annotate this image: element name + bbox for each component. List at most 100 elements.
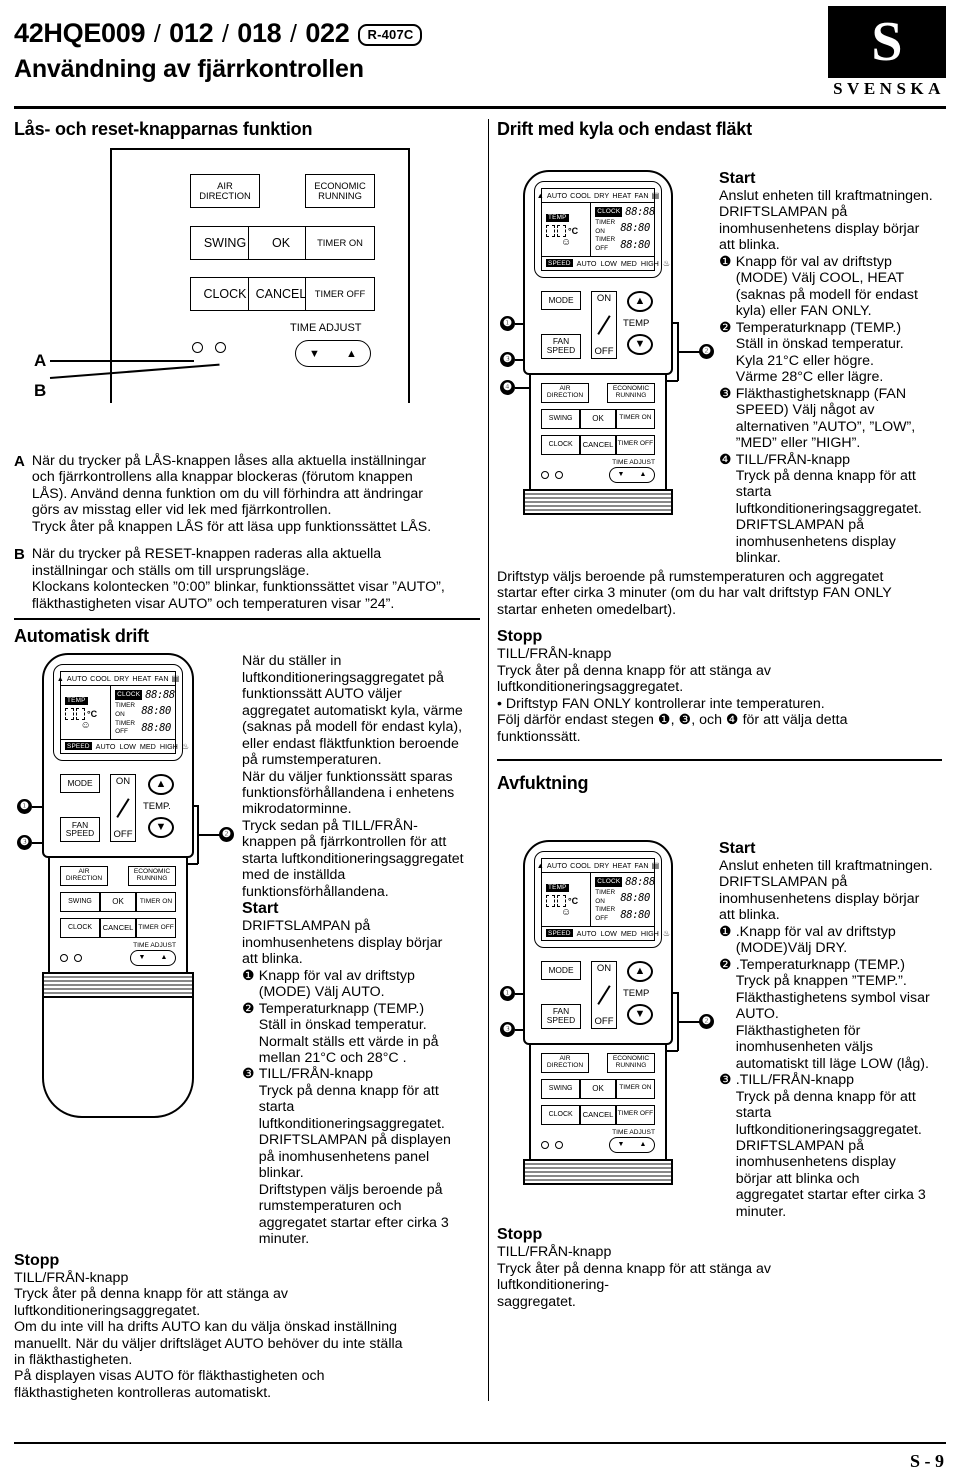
remote-onoff-switch-dry[interactable]: ON OFF — [591, 960, 617, 1029]
remote-main-buttons-cool: MODE FAN SPEED ON OFF ▲ TEMP ▼ — [525, 287, 671, 373]
remote-temp-up-button-dry[interactable]: ▲ — [627, 960, 653, 982]
remote-swing-button-auto[interactable]: SWING — [60, 891, 100, 912]
panel-reset-hole-b[interactable] — [215, 342, 226, 353]
remote-temp-up-button-auto[interactable]: ▲ — [148, 773, 174, 795]
remote-time-adjust-rocker-dry[interactable]: ▼ ▲ — [609, 1136, 655, 1153]
column-divider — [488, 119, 489, 1402]
remote-ok-button-auto[interactable]: OK — [100, 891, 136, 912]
lcd-mode-dry-cool: DRY — [593, 191, 610, 200]
panel-air-direction-button[interactable]: AIR DIRECTION — [190, 174, 260, 208]
lcd-mode-fan: FAN — [154, 674, 169, 684]
remote-lock-hole-dry[interactable] — [541, 1140, 549, 1149]
remote-diagram-auto: ❶ ❸ ❷ ▲ AUTO COOL DRY HEAT FAN ▤ TEMP °C… — [14, 653, 242, 1118]
fan-icon-cool: ♨ — [662, 258, 671, 268]
remote-lock-hole-auto[interactable] — [60, 953, 68, 962]
auto-stop-block: Stopp TILL/FRÅN-knapp Tryck åter på denn… — [14, 1252, 480, 1402]
remote-timer-on-button-cool[interactable]: TIMER ON — [615, 408, 655, 429]
remote-reset-hole-auto[interactable] — [74, 953, 82, 962]
remote-economic-running-button-dry[interactable]: ECONOMIC RUNNING — [607, 1052, 655, 1073]
remote-ok-button-cool[interactable]: OK — [580, 408, 616, 429]
lcd-mode-auto-dry: AUTO — [546, 861, 568, 870]
remote-fan-speed-button-dry[interactable]: FAN SPEED — [541, 1003, 581, 1029]
dry-step-3-text: .TILL/FRÅN-knapp Tryck på denna knapp fö… — [735, 1072, 926, 1220]
remote-fan-speed-button-cool[interactable]: FAN SPEED — [541, 333, 581, 359]
lcd-mode-cool: COOL — [90, 674, 111, 684]
left-divider — [14, 618, 480, 621]
lcd-mid-cool: TEMP °C ☺ CLOCK 88:88 TIMER ON 88:80 TIM… — [542, 203, 655, 257]
panel-time-adjust-rocker[interactable]: ▼ ▲ — [295, 340, 371, 367]
lcd-timer-off-label: TIMER OFF — [115, 719, 136, 736]
remote-swing-button-cool[interactable]: SWING — [541, 408, 581, 429]
remote-air-direction-button-dry[interactable]: AIR DIRECTION — [541, 1052, 589, 1073]
remote-time-adjust-down-icon-cool[interactable]: ▼ — [618, 471, 625, 478]
content-columns: Lås- och reset-knapparnas funktion AIR D… — [14, 119, 946, 1402]
lcd-speed-tag-cool: SPEED — [546, 259, 573, 268]
dry-step-2: ❷ .Temperaturknapp (TEMP.) Tryck på knap… — [719, 957, 942, 1072]
remote-onoff-switch-cool[interactable]: ON OFF — [591, 290, 617, 359]
panel-economic-running-button[interactable]: ECONOMIC RUNNING — [305, 174, 375, 208]
left-column: Lås- och reset-knapparnas funktion AIR D… — [14, 119, 480, 1401]
remote-fan-speed-button-auto[interactable]: FAN SPEED — [60, 816, 100, 842]
remote-body-cool: ▲ AUTO COOL DRY HEAT FAN ▤ TEMP °C ☺ CLO… — [523, 170, 673, 515]
lcd-mode-row-auto: ▲ AUTO COOL DRY HEAT FAN ▤ — [57, 672, 179, 687]
remote-time-adjust-rocker-cool[interactable]: ▼ ▲ — [609, 466, 655, 483]
remote-timer-off-button-auto[interactable]: TIMER OFF — [136, 917, 176, 938]
remote-time-adjust-label-dry: TIME ADJUST — [612, 1128, 655, 1136]
remote-clock-button-cool[interactable]: CLOCK — [541, 434, 581, 455]
remote-economic-running-button-cool[interactable]: ECONOMIC RUNNING — [607, 382, 655, 403]
remote-timer-off-button-dry[interactable]: TIMER OFF — [615, 1104, 655, 1125]
remote-cancel-button-auto[interactable]: CANCEL — [100, 917, 136, 938]
remote-time-adjust-up-icon-dry[interactable]: ▲ — [640, 1141, 647, 1148]
remote-time-adjust-up-icon-cool[interactable]: ▲ — [640, 471, 647, 478]
remote-time-adjust-down-icon-auto[interactable]: ▼ — [139, 954, 146, 961]
dry-stop-text: TILL/FRÅN-knapp Tryck åter på denna knap… — [497, 1244, 771, 1310]
remote-economic-running-button-auto[interactable]: ECONOMIC RUNNING — [128, 865, 176, 886]
remote-main-buttons-auto: MODE FAN SPEED ON OFF ▲ TEMP. ▼ — [44, 770, 192, 856]
panel-time-adjust-down-icon[interactable]: ▼ — [309, 348, 320, 360]
note-a-label: A — [14, 453, 25, 470]
remote-timer-on-button-dry[interactable]: TIMER ON — [615, 1078, 655, 1099]
dry-start-intro: Anslut enheten till kraftmatningen. DRIF… — [719, 858, 933, 924]
panel-lock-hole-a[interactable] — [192, 342, 203, 353]
remote-air-direction-button-cool[interactable]: AIR DIRECTION — [541, 382, 589, 403]
remote-mode-button-auto[interactable]: MODE — [60, 773, 100, 793]
remote-ok-button-dry[interactable]: OK — [580, 1078, 616, 1099]
panel-timer-off-button[interactable]: TIMER OFF — [305, 277, 375, 311]
lcd-timer-off-label-cool: TIMER OFF — [595, 236, 616, 253]
remote-temp-down-button-cool[interactable]: ▼ — [627, 333, 653, 355]
remote-clock-button-auto[interactable]: CLOCK — [60, 917, 100, 938]
lcd-mode-arrow-icon: ▲ — [56, 674, 64, 684]
lcd-timer-block-dry: CLOCK 88:88 TIMER ON 88:80 TIMER OFF 88:… — [591, 873, 655, 926]
remote-swing-button-dry[interactable]: SWING — [541, 1078, 581, 1099]
callout-2-bracket-cool — [677, 322, 679, 381]
remote-time-adjust-down-icon-dry[interactable]: ▼ — [618, 1141, 625, 1148]
panel-time-adjust-up-icon[interactable]: ▲ — [346, 348, 357, 360]
remote-timer-off-button-cool[interactable]: TIMER OFF — [615, 434, 655, 455]
remote-cancel-button-cool[interactable]: CANCEL — [580, 434, 616, 455]
remote-timer-on-button-auto[interactable]: TIMER ON — [136, 891, 176, 912]
remote-temp-down-button-dry[interactable]: ▼ — [627, 1003, 653, 1025]
panel-timer-on-button[interactable]: TIMER ON — [305, 226, 375, 260]
remote-reset-hole-dry[interactable] — [555, 1140, 563, 1149]
remote-lock-hole-cool[interactable] — [541, 470, 549, 479]
remote-air-direction-button-auto[interactable]: AIR DIRECTION — [60, 865, 108, 886]
remote-time-adjust-rocker-auto[interactable]: ▼ ▲ — [130, 949, 176, 966]
lcd-mid-auto: TEMP °C ☺ CLOCK 88:88 TIMER ON 88:80 TIM… — [61, 686, 175, 740]
refrigerant-badge: R-407C — [358, 24, 423, 46]
remote-clock-button-dry[interactable]: CLOCK — [541, 1104, 581, 1125]
remote-temp-up-button-cool[interactable]: ▲ — [627, 290, 653, 312]
note-a-text: När du trycker på LÅS-knappen låses alla… — [31, 453, 432, 535]
remote-reset-hole-cool[interactable] — [555, 470, 563, 479]
remote-onoff-switch-auto[interactable]: ON OFF — [110, 773, 136, 842]
lcd-mode-fan-cool: FAN — [634, 191, 649, 200]
lcd-clock-line-auto: CLOCK 88:88 — [115, 688, 175, 702]
remote-main-buttons-dry: MODE FAN SPEED ON OFF ▲ TEMP ▼ — [525, 957, 671, 1043]
remote-mode-button-dry[interactable]: MODE — [541, 960, 581, 980]
remote-mode-button-cool[interactable]: MODE — [541, 290, 581, 310]
remote-temp-down-button-auto[interactable]: ▼ — [148, 816, 174, 838]
remote-diagram-dry: ❶ ❸ ❷ ▲ AUTO COOL DRY HEAT FAN ▤ TEMP °C… — [497, 840, 719, 1185]
dry-step-1-number: ❶ — [719, 923, 732, 940]
model-number-line: 42HQE009 / 012 / 018 / 022 R-407C — [14, 18, 423, 49]
remote-cancel-button-dry[interactable]: CANCEL — [580, 1104, 616, 1125]
remote-time-adjust-up-icon-auto[interactable]: ▲ — [161, 954, 168, 961]
